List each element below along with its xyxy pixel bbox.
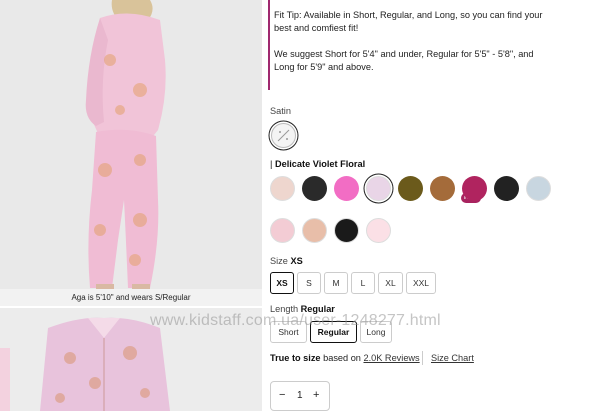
color-swatch[interactable] [366, 218, 391, 243]
true-to-size-row: True to size based on 2.0K Reviews [270, 353, 420, 363]
size-option-l[interactable]: L [351, 272, 375, 294]
fit-tip-box: Fit Tip: Available in Short, Regular, an… [268, 0, 552, 90]
color-swatch[interactable] [494, 176, 519, 201]
satin-pattern-icon [277, 129, 290, 142]
color-swatch[interactable] [334, 218, 359, 243]
color-swatch[interactable] [526, 176, 551, 201]
selected-length: Regular [300, 304, 335, 314]
divider [422, 351, 423, 365]
size-chart-link[interactable]: Size Chart [431, 353, 474, 363]
quantity-stepper: − 1 + [270, 381, 330, 411]
model-photo [0, 0, 262, 290]
length-option-regular[interactable]: Regular [310, 321, 357, 343]
fit-suggestion-text: We suggest Short for 5'4" and under, Reg… [274, 49, 534, 72]
size-option-m[interactable]: M [324, 272, 348, 294]
size-option-s[interactable]: S [297, 272, 321, 294]
color-swatch[interactable] [302, 176, 327, 201]
color-label: | Delicate Violet Floral [270, 159, 365, 169]
fabric-swatch-satin[interactable] [271, 123, 296, 148]
color-label-prefix: | [270, 159, 273, 169]
color-swatch[interactable] [270, 176, 295, 201]
size-label: Size XS [270, 256, 303, 266]
color-swatch[interactable] [462, 176, 487, 201]
shirt-photo [0, 308, 262, 411]
selected-color-name: Delicate Violet Floral [274, 159, 366, 169]
reviews-link[interactable]: 2.0K Reviews [363, 353, 419, 363]
color-swatch[interactable] [334, 176, 359, 201]
photo-caption: Aga is 5'10" and wears S/Regular [0, 289, 262, 306]
product-photo-main[interactable] [0, 0, 262, 290]
quantity-increase-button[interactable]: + [313, 389, 319, 401]
color-swatch[interactable] [270, 218, 295, 243]
length-option-short[interactable]: Short [270, 321, 307, 343]
color-swatch[interactable] [398, 176, 423, 201]
quantity-value: 1 [297, 390, 303, 401]
true-to-size-text: True to size [270, 353, 321, 363]
color-swatch[interactable] [302, 218, 327, 243]
product-gallery: Aga is 5'10" and wears S/Regular [0, 0, 262, 411]
size-option-xxl[interactable]: XXL [406, 272, 436, 294]
length-label-text: Length [270, 304, 299, 314]
color-swatch[interactable] [366, 176, 391, 201]
size-label-text: Size [270, 256, 288, 266]
based-on-text: based on [323, 353, 361, 363]
length-option-long[interactable]: Long [360, 321, 392, 343]
fit-tip-text: Fit Tip: Available in Short, Regular, an… [274, 10, 543, 33]
color-swatch[interactable] [430, 176, 455, 201]
product-photo-secondary[interactable] [0, 308, 262, 411]
quantity-decrease-button[interactable]: − [279, 389, 285, 401]
length-label: Length Regular [270, 304, 335, 314]
size-option-xs[interactable]: XS [270, 272, 294, 294]
size-option-xl[interactable]: XL [378, 272, 403, 294]
selected-size: XS [290, 256, 303, 266]
product-options-panel: Fit Tip: Available in Short, Regular, an… [262, 0, 600, 411]
fabric-label: Satin [270, 106, 291, 116]
